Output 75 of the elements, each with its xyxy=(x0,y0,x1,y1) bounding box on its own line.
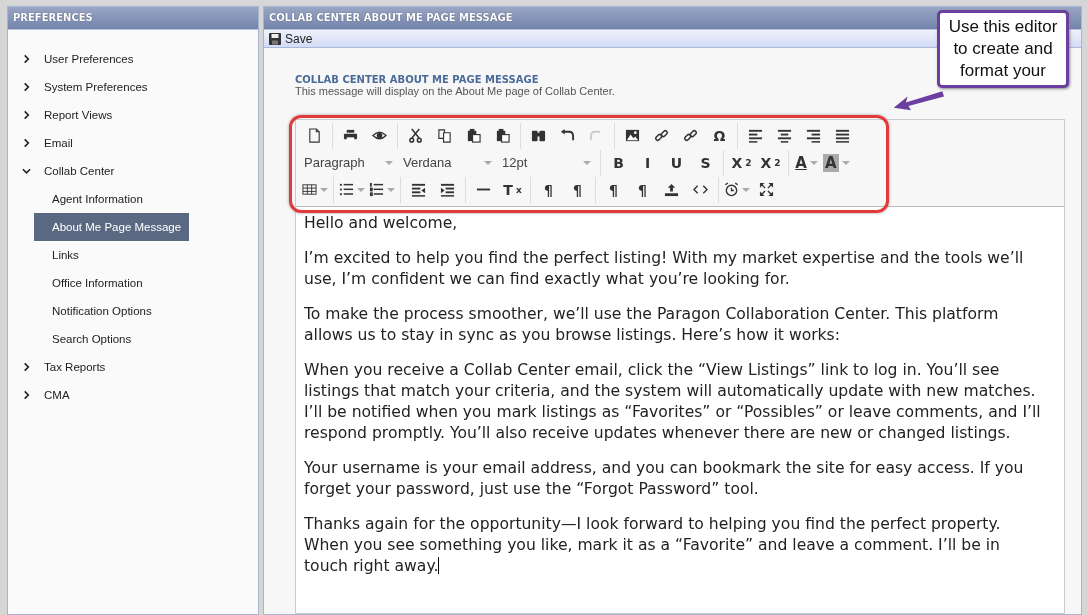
image-icon xyxy=(625,128,640,143)
sidebar-subitem[interactable]: About Me Page Message xyxy=(34,213,190,241)
sidebar-item[interactable]: Report Views xyxy=(8,101,258,129)
sidebar-subitem[interactable]: Notification Options xyxy=(34,297,160,325)
chevron-icon[interactable] xyxy=(22,166,31,176)
paste-icon xyxy=(466,128,481,143)
caret-icon xyxy=(357,187,365,192)
dropdown-select[interactable]: 12pt xyxy=(498,155,597,170)
sidebar-subitem[interactable]: Office Information xyxy=(34,269,160,297)
aligncenter-icon xyxy=(777,128,792,143)
sidebar-subitem[interactable]: Search Options xyxy=(34,325,160,353)
caret-icon xyxy=(742,187,750,192)
caret-icon xyxy=(583,160,591,165)
save-icon xyxy=(269,32,281,45)
sidebar-item[interactable]: User Preferences xyxy=(8,45,258,73)
section-heading: COLLAB CENTER ABOUT ME PAGE MESSAGE xyxy=(295,74,539,85)
sidebar-item[interactable]: Tax Reports xyxy=(8,353,258,381)
sidebar-subitem[interactable]: Agent Information xyxy=(34,185,160,213)
newdoc-icon xyxy=(307,128,322,143)
link-icon xyxy=(654,128,669,143)
chevron-icon[interactable] xyxy=(22,362,31,372)
justify-icon xyxy=(835,128,850,143)
text-color-button[interactable]: A xyxy=(792,149,821,176)
insert-icon xyxy=(664,182,679,197)
indent-icon xyxy=(440,182,455,197)
sidebar-subitem[interactable]: Links xyxy=(34,241,160,269)
dropdown-select[interactable]: Verdana xyxy=(399,155,498,170)
text-color-button[interactable]: A xyxy=(821,149,852,176)
caret-icon xyxy=(387,187,395,192)
sidebar-item-label: CMA xyxy=(44,389,70,401)
editor-paragraph: When you receive a Collab Center email, click the “View Listings” link to log in. You’ll see listings that match your criteria, and the system will automatically update with new matches. I’ll be notified when you mark listings as “Favorites” or “Possibles” or leave comments, and I’ll respond promptly. You’ll also receive updates whenever there are new or changed listings. xyxy=(304,360,1042,444)
caret-icon xyxy=(385,160,393,165)
sidebar-item-label: Email xyxy=(44,137,73,149)
caret-icon xyxy=(841,160,850,165)
print-icon xyxy=(343,128,358,143)
save-button[interactable]: Save xyxy=(269,31,313,46)
dropdown-select[interactable]: Paragraph xyxy=(300,155,399,170)
bullets-icon xyxy=(339,182,354,197)
cut-icon xyxy=(408,128,423,143)
sidebar-item-label: User Preferences xyxy=(44,53,134,65)
alarm-icon xyxy=(724,182,739,197)
editor-paragraph: Hello and welcome, xyxy=(304,213,459,234)
chevron-icon[interactable] xyxy=(22,82,31,92)
sidebar-item[interactable]: CMA xyxy=(8,381,258,409)
chevron-icon[interactable] xyxy=(22,110,31,120)
copy-icon xyxy=(437,128,452,143)
pastetext-icon xyxy=(495,128,510,143)
undo-icon xyxy=(560,128,575,143)
caret-icon xyxy=(809,160,818,165)
fullscreen-icon xyxy=(759,182,774,197)
sidebar-item-label: Tax Reports xyxy=(44,361,106,373)
find-icon xyxy=(531,128,546,143)
editor-paragraph: Your username is your email address, and you can bookmark the site for easy access. If you forget your password, just use the “Forgot Password” tool. xyxy=(304,458,1025,500)
outdent-icon xyxy=(411,182,426,197)
sidebar-header: PREFERENCES xyxy=(8,7,258,30)
sidebar-item-label: Collab Center xyxy=(44,165,115,177)
numbers-icon xyxy=(369,182,384,197)
alignleft-icon xyxy=(748,128,763,143)
editor-paragraph: Thanks again for the opportunity—I look forward to helping you find the perfect property. When you see something you like, mark it as a “Favorite” and leave a comment. I’ll be in touch right away. xyxy=(304,514,1002,577)
chevron-icon[interactable] xyxy=(22,54,31,64)
caret-icon xyxy=(320,187,328,192)
sidebar-item-label: Report Views xyxy=(44,109,113,121)
sidebar-item[interactable]: Email xyxy=(8,129,258,157)
callout-note: Use this editor to create and format your xyxy=(937,10,1069,88)
caret-icon xyxy=(484,160,492,165)
section-description: This message will display on the About Me page of Collab Center. xyxy=(295,85,615,97)
editor-paragraph: To make the process smoother, we’ll use the Paragon Collaboration Center. This platform allows us to stay in sync as you browse listings. Here’s how it works: xyxy=(304,304,1000,346)
table-icon xyxy=(302,182,317,197)
editor-paragraph: I’m excited to help you find the perfect listing! With my market expertise and the tools we’ll use, I’m confident we can find exactly what you’re looking for. xyxy=(304,248,1025,290)
chevron-icon[interactable] xyxy=(22,138,31,148)
chevron-icon[interactable] xyxy=(22,390,31,400)
sidebar-item-label: System Preferences xyxy=(44,81,148,93)
sidebar-item[interactable]: System Preferences xyxy=(8,73,258,101)
alignright-icon xyxy=(806,128,821,143)
sidebar-item[interactable]: Collab Center xyxy=(8,157,258,185)
